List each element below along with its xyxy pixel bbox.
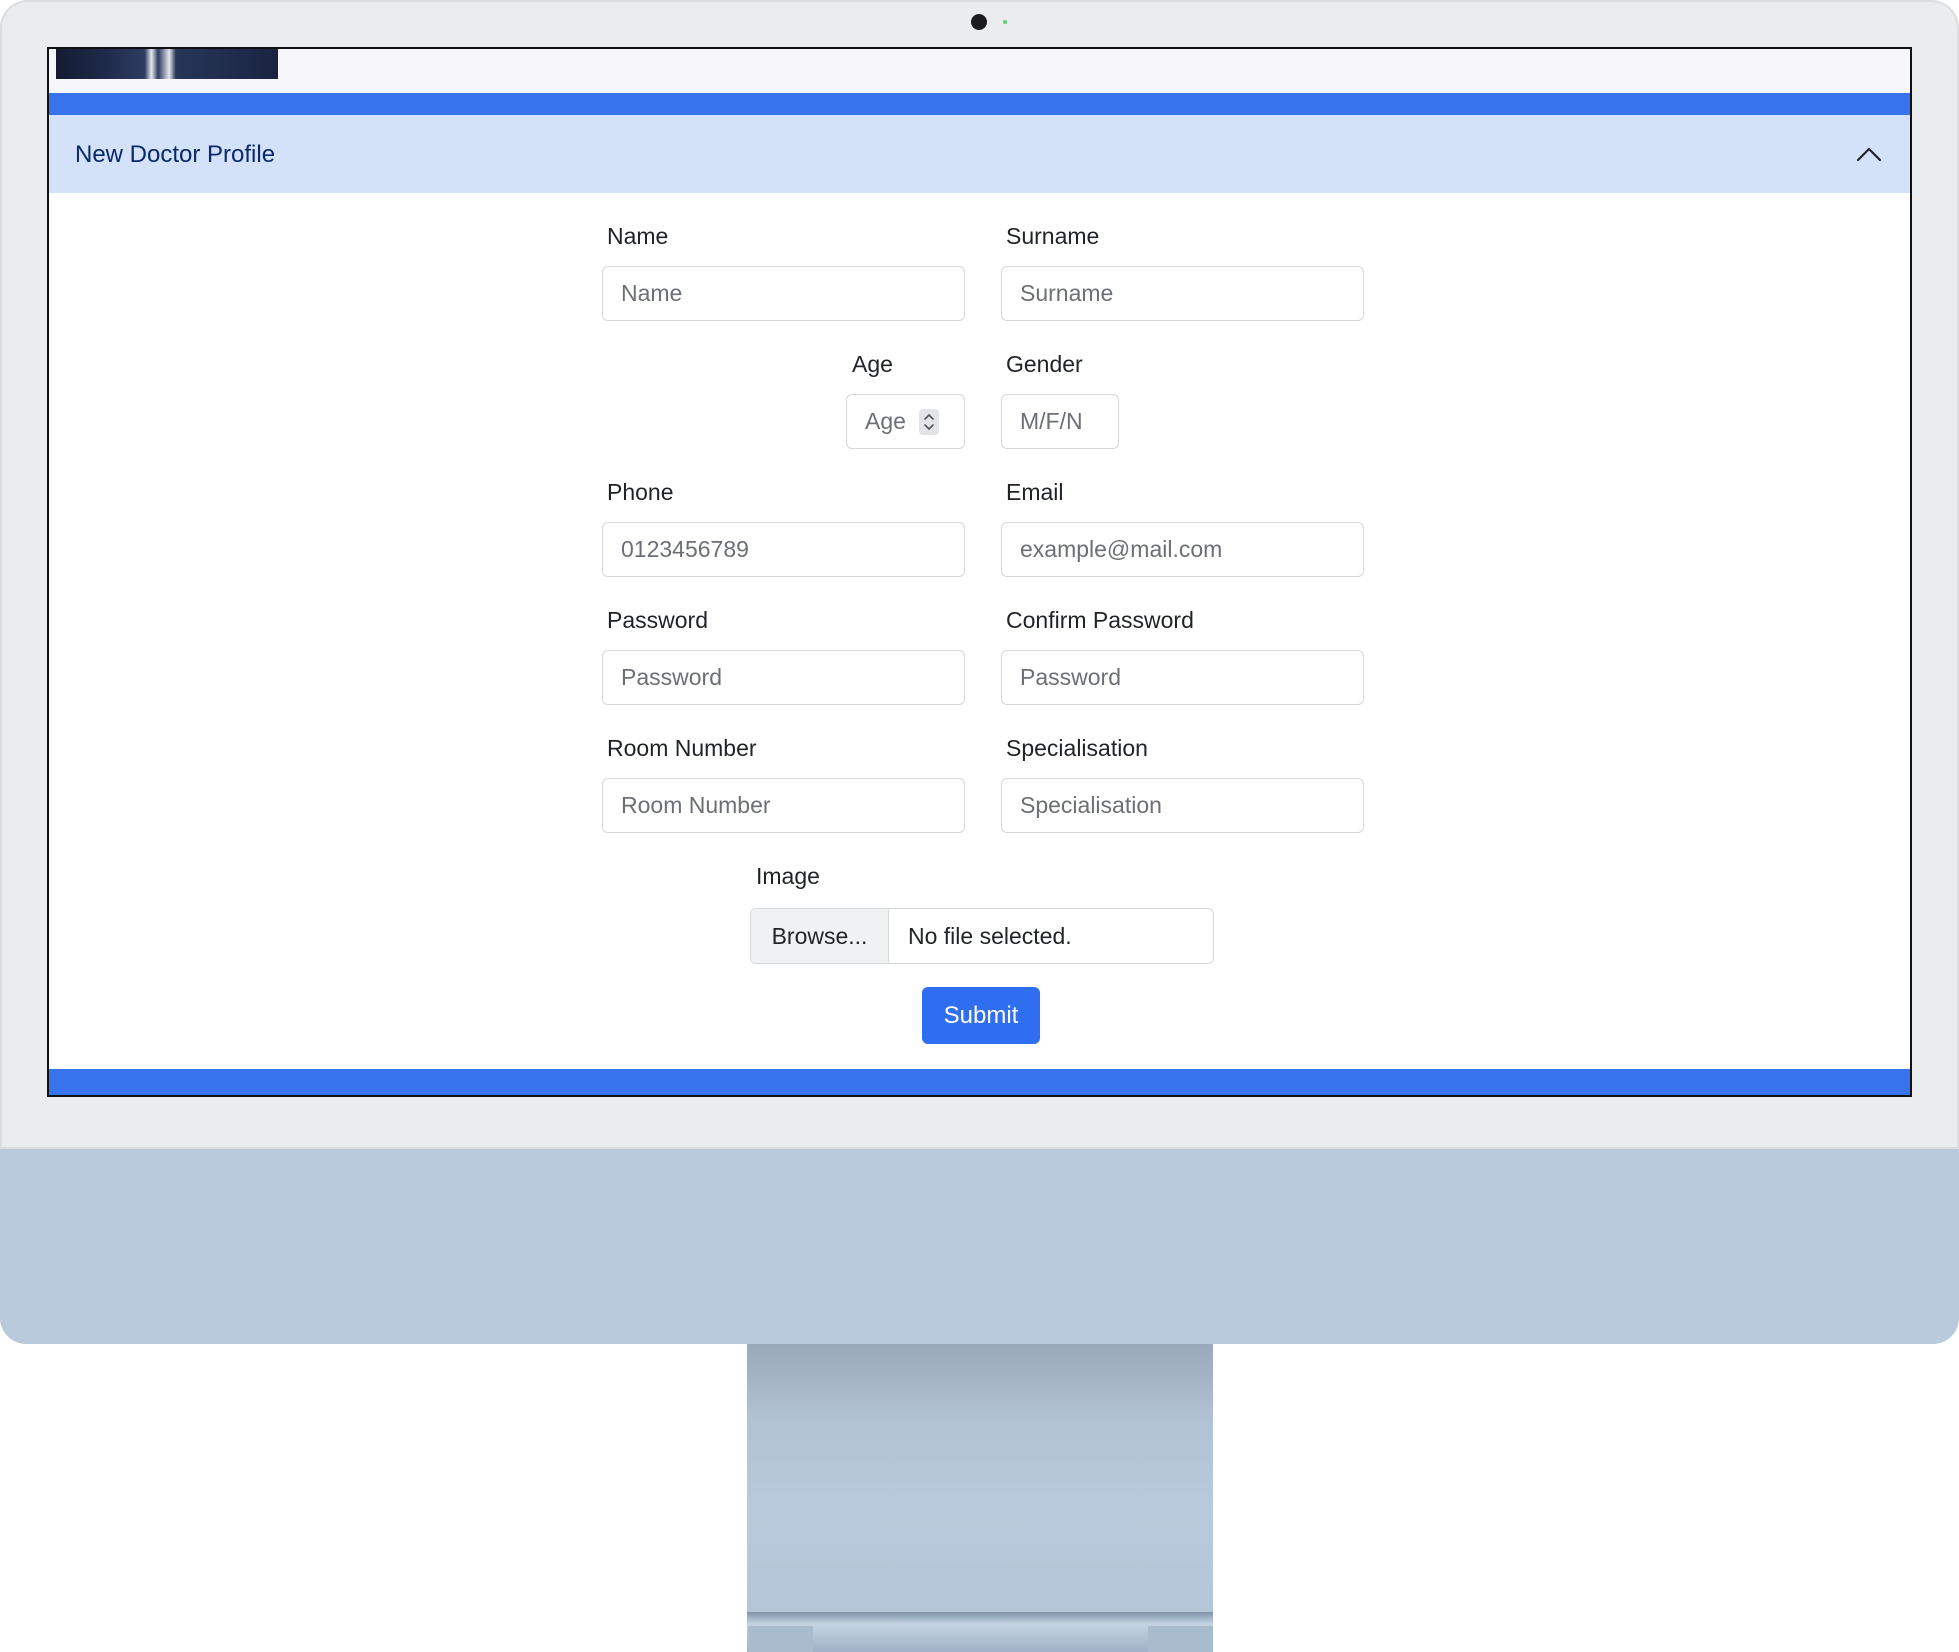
accordion-title: New Doctor Profile bbox=[75, 141, 276, 168]
room-number-input[interactable] bbox=[602, 778, 965, 833]
monitor-stand-foot bbox=[1148, 1626, 1213, 1652]
name-label: Name bbox=[607, 223, 669, 249]
monitor-chin bbox=[0, 1149, 1959, 1344]
submit-button[interactable]: Submit bbox=[922, 987, 1040, 1044]
accordion-header[interactable]: New Doctor Profile bbox=[49, 115, 1910, 193]
stepper-icon[interactable] bbox=[919, 409, 939, 435]
browse-button[interactable]: Browse... bbox=[751, 909, 889, 963]
monitor-stand-foot bbox=[748, 1626, 813, 1652]
confirm-password-label: Confirm Password bbox=[1006, 607, 1194, 633]
file-status-text: No file selected. bbox=[908, 922, 1072, 949]
chevron-up-icon[interactable] bbox=[1854, 139, 1884, 169]
surname-input[interactable] bbox=[1001, 266, 1364, 321]
image-label: Image bbox=[756, 863, 820, 889]
monitor-stand-base bbox=[747, 1612, 1213, 1652]
screen: New Doctor Profile Name Surname Age Gend… bbox=[47, 47, 1912, 1097]
room-number-label: Room Number bbox=[607, 735, 757, 761]
confirm-password-input[interactable] bbox=[1001, 650, 1364, 705]
password-label: Password bbox=[607, 607, 708, 633]
phone-label: Phone bbox=[607, 479, 674, 505]
surname-label: Surname bbox=[1006, 223, 1100, 249]
email-input[interactable] bbox=[1001, 522, 1364, 577]
age-label: Age bbox=[852, 351, 893, 377]
phone-input[interactable] bbox=[602, 522, 965, 577]
camera-dot bbox=[971, 14, 987, 30]
site-logo-image[interactable] bbox=[56, 49, 278, 79]
camera-indicator-light bbox=[1003, 20, 1007, 24]
password-input[interactable] bbox=[602, 650, 965, 705]
monitor-stand bbox=[747, 1344, 1213, 1622]
header-accent-bar bbox=[49, 93, 1910, 115]
specialisation-input[interactable] bbox=[1001, 778, 1364, 833]
gender-input[interactable] bbox=[1001, 394, 1119, 449]
gender-label: Gender bbox=[1006, 351, 1083, 377]
top-navbar bbox=[49, 49, 1910, 93]
email-label: Email bbox=[1006, 479, 1064, 505]
name-input[interactable] bbox=[602, 266, 965, 321]
footer-accent-bar bbox=[49, 1069, 1910, 1095]
specialisation-label: Specialisation bbox=[1006, 735, 1148, 761]
image-file-input[interactable]: Browse... No file selected. bbox=[750, 908, 1214, 964]
age-input[interactable] bbox=[846, 394, 965, 449]
